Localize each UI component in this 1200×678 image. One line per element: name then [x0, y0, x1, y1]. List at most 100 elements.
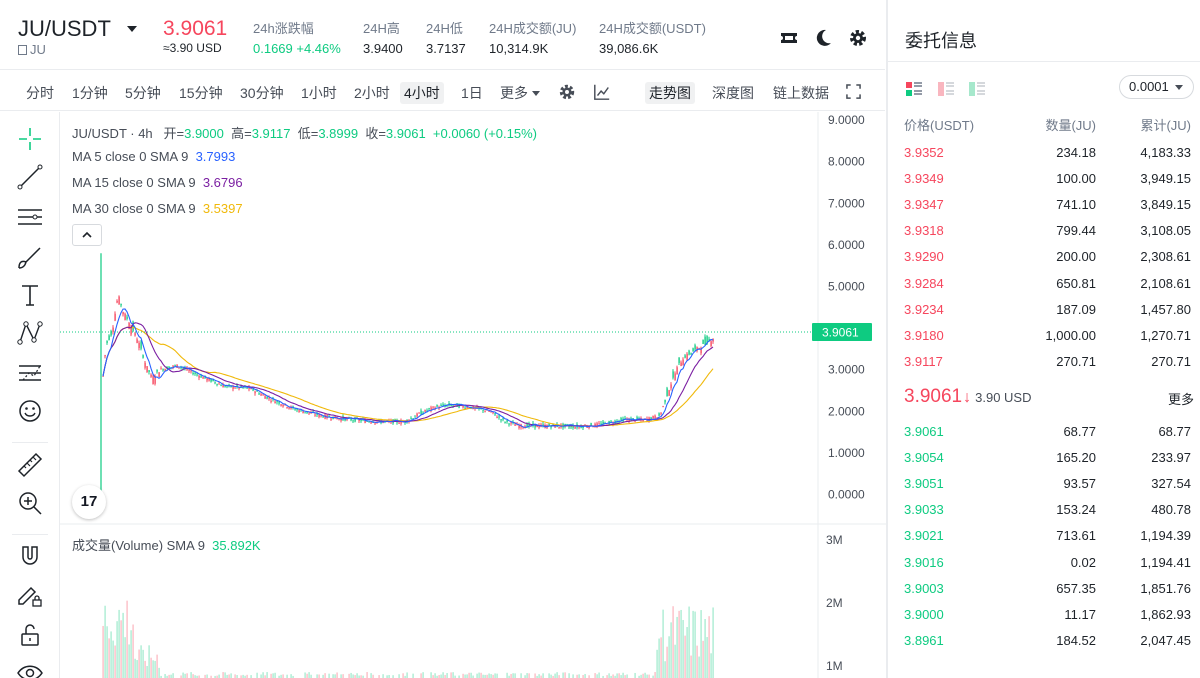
- volume-bar: [490, 674, 492, 678]
- crosshair-icon[interactable]: [15, 124, 45, 154]
- text-icon[interactable]: [15, 280, 45, 310]
- ticket-icon[interactable]: [779, 28, 799, 48]
- pattern-icon[interactable]: [15, 318, 45, 348]
- tf-4h[interactable]: 4小时: [400, 82, 444, 104]
- moon-icon[interactable]: [813, 28, 833, 48]
- ask-row[interactable]: 3.9234 187.09 1,457.80: [888, 298, 1200, 324]
- book-both-icon[interactable]: [905, 80, 923, 98]
- volume-bar: [274, 672, 276, 678]
- ask-row[interactable]: 3.9180 1,000.00 1,270.71: [888, 324, 1200, 350]
- volume-bar: [118, 609, 120, 678]
- tf-15m[interactable]: 15分钟: [175, 82, 227, 104]
- precision-select[interactable]: 0.0001: [1119, 75, 1194, 99]
- ruler-icon[interactable]: [15, 450, 45, 480]
- chart-settings-icon[interactable]: [558, 83, 576, 101]
- volume-legend[interactable]: 成交量(Volume) SMA 9 35.892K: [72, 535, 261, 554]
- tf-1d[interactable]: 1日: [457, 82, 487, 104]
- bid-row[interactable]: 3.9051 93.57 327.54: [888, 472, 1200, 498]
- tab-chart[interactable]: 走势图: [645, 82, 695, 104]
- book-bids-icon[interactable]: [968, 80, 986, 98]
- ask-row[interactable]: 3.9117 270.71 270.71: [888, 350, 1200, 376]
- zoom-in-icon[interactable]: [15, 488, 45, 518]
- ask-row[interactable]: 3.9284 650.81 2,108.61: [888, 272, 1200, 298]
- bid-row[interactable]: 3.9021 713.61 1,194.39: [888, 524, 1200, 550]
- ma30-legend[interactable]: MA 30 close 0 SMA 9 3.5397: [72, 201, 243, 216]
- lock-drawing-icon[interactable]: [15, 580, 45, 610]
- row-total: 1,851.76: [1140, 580, 1191, 596]
- volume-bar: [692, 610, 694, 678]
- candle-body: [254, 391, 256, 394]
- volume-bar: [406, 672, 408, 678]
- unlock-icon[interactable]: [15, 620, 45, 650]
- indicators-icon[interactable]: [593, 83, 611, 101]
- volume-bar: [370, 673, 372, 678]
- candle-body: [302, 411, 304, 414]
- tf-2h[interactable]: 2小时: [350, 82, 394, 104]
- bid-row[interactable]: 3.9000 11.17 1,862.93: [888, 603, 1200, 629]
- gear-icon[interactable]: [848, 28, 868, 48]
- tf-5m[interactable]: 5分钟: [121, 82, 165, 104]
- ma-label: MA 5 close 0 SMA 9: [72, 149, 189, 164]
- horizontal-lines-icon[interactable]: [15, 202, 45, 232]
- order-book-title: 委托信息: [905, 31, 977, 51]
- volume-bar: [124, 637, 126, 678]
- row-qty: 165.20: [1056, 450, 1096, 466]
- row-total: 327.54: [1151, 476, 1191, 492]
- candle-body: [234, 387, 236, 389]
- volume-bar: [308, 672, 310, 678]
- bid-row[interactable]: 3.9016 0.02 1,194.41: [888, 551, 1200, 577]
- bid-row[interactable]: 3.9003 657.35 1,851.76: [888, 577, 1200, 603]
- brush-icon[interactable]: [15, 242, 45, 272]
- forecast-icon[interactable]: [15, 358, 45, 388]
- pair-dropdown-icon[interactable]: [127, 26, 137, 32]
- col-total-header: 累计(JU): [1140, 118, 1191, 133]
- candle-body: [494, 413, 496, 415]
- book-asks-icon[interactable]: [937, 80, 955, 98]
- fullscreen-icon[interactable]: [846, 84, 861, 99]
- trend-line-icon[interactable]: [15, 162, 45, 192]
- ask-row[interactable]: 3.9352 234.18 4,183.33: [888, 141, 1200, 167]
- bid-row[interactable]: 3.9054 165.20 233.97: [888, 446, 1200, 472]
- ma5-legend[interactable]: MA 5 close 0 SMA 9 3.7993: [72, 149, 235, 164]
- volume-bar: [542, 673, 544, 678]
- tab-onchain[interactable]: 链上数据: [769, 82, 833, 104]
- eye-icon[interactable]: [15, 658, 45, 678]
- ask-row[interactable]: 3.9347 741.10 3,849.15: [888, 193, 1200, 219]
- volume-bar: [306, 673, 308, 678]
- stat-value: 10,314.9K: [489, 41, 549, 56]
- tf-1h[interactable]: 1小时: [297, 82, 341, 104]
- volume-bar: [674, 644, 676, 678]
- tf-30m[interactable]: 30分钟: [236, 82, 288, 104]
- price-chart[interactable]: 9.0000 8.0000 7.0000 6.0000 5.0000 3.0000 2.00…: [60, 112, 886, 678]
- volume-bar: [170, 674, 172, 678]
- tradingview-logo[interactable]: 17: [72, 485, 106, 519]
- more-link[interactable]: 更多: [1168, 389, 1194, 408]
- change-value: +0.0060 (+0.15%): [432, 126, 537, 141]
- stat-label: 24H低: [426, 21, 463, 36]
- tab-depth[interactable]: 深度图: [708, 82, 758, 104]
- bid-row[interactable]: 3.8961 184.52 2,047.45: [888, 629, 1200, 655]
- emoji-icon[interactable]: [15, 396, 45, 426]
- collapse-legend-button[interactable]: [72, 224, 102, 246]
- ask-row[interactable]: 3.9290 200.00 2,308.61: [888, 245, 1200, 271]
- bid-row[interactable]: 3.9033 153.24 480.78: [888, 498, 1200, 524]
- magnet-icon[interactable]: [15, 542, 45, 572]
- row-qty: 1,000.00: [1045, 327, 1096, 343]
- candle-body: [258, 393, 260, 395]
- row-price: 3.9117: [904, 353, 943, 369]
- tf-more[interactable]: 更多: [496, 82, 544, 104]
- volume-bar: [512, 673, 514, 678]
- volume-bar: [446, 673, 448, 678]
- chart-canvas[interactable]: 9.0000 8.0000 7.0000 6.0000 5.0000 3.0000 2.00…: [60, 112, 886, 678]
- ask-row[interactable]: 3.9349 100.00 3,949.15: [888, 167, 1200, 193]
- volume-bar: [564, 672, 566, 678]
- pair-selector[interactable]: JU/USDT: [18, 16, 111, 42]
- row-qty: 234.18: [1056, 145, 1096, 160]
- row-total: 3,849.15: [1140, 197, 1191, 213]
- candle-body: [218, 383, 220, 385]
- ask-row[interactable]: 3.9318 799.44 3,108.05: [888, 219, 1200, 245]
- ma15-legend[interactable]: MA 15 close 0 SMA 9 3.6796: [72, 175, 243, 190]
- bid-row[interactable]: 3.9061 68.77 68.77: [888, 420, 1200, 446]
- tf-time[interactable]: 分时: [22, 82, 58, 104]
- tf-1m[interactable]: 1分钟: [68, 82, 112, 104]
